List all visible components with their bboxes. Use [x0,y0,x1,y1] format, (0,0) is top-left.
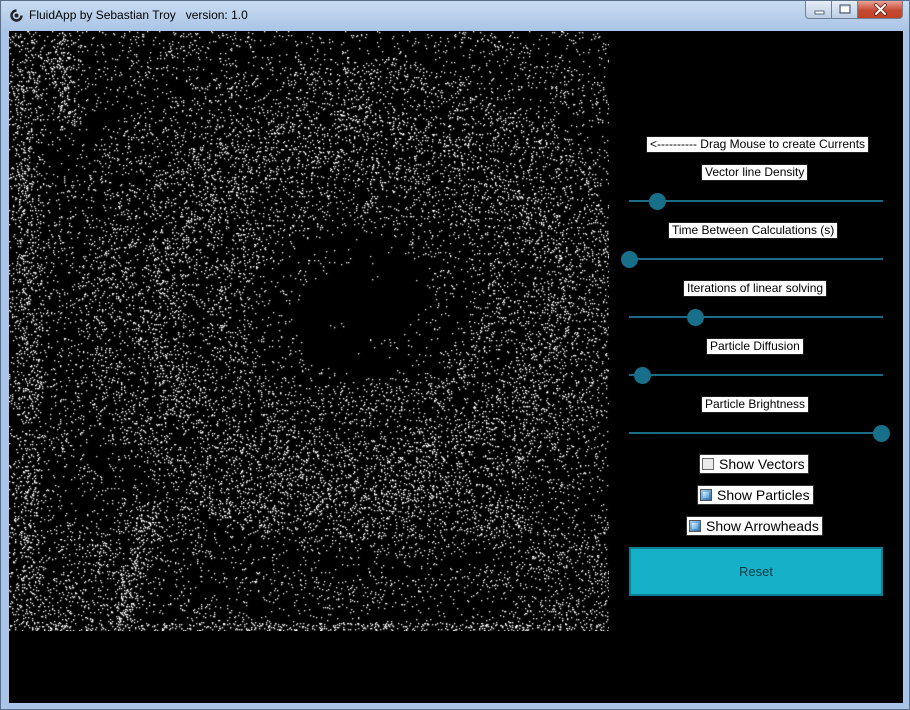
slider-label-particle-diffusion: Particle Diffusion [706,338,804,355]
slider-label-particle-brightness: Particle Brightness [701,396,810,413]
slider-track-vector-density[interactable] [629,200,883,202]
show-vectors-checkbox[interactable]: Show Vectors [699,454,809,474]
show-particles-checkbox[interactable]: Show Particles [697,485,814,505]
slider-knob-time-between-calculations[interactable] [621,251,638,268]
show-vectors-label: Show Vectors [719,456,805,472]
window-title: FluidApp by Sebastian Troy version: 1.0 [29,8,248,22]
show-particles-label: Show Particles [717,487,810,503]
maximize-button[interactable] [832,1,858,19]
window-controls [805,1,903,21]
show-arrowheads-label: Show Arrowheads [706,518,819,534]
slider-track-particle-brightness[interactable] [629,432,883,434]
slider-knob-iterations[interactable] [686,309,704,326]
slider-knob-particle-diffusion[interactable] [633,367,651,384]
slider-track-particle-diffusion[interactable] [629,374,883,376]
title-bar[interactable]: FluidApp by Sebastian Troy version: 1.0 [1,1,909,30]
reset-button[interactable]: Reset [629,547,883,596]
drag-hint-label: <---------- Drag Mouse to create Current… [646,136,870,153]
slider-knob-vector-density[interactable] [648,193,666,210]
slider-knob-particle-brightness[interactable] [873,425,890,442]
slider-label-vector-density: Vector line Density [701,164,809,181]
slider-track-time-between-calculations[interactable] [629,258,883,260]
slider-track-iterations[interactable] [629,316,883,318]
app-client-area: <---------- Drag Mouse to create Current… [9,31,903,703]
show-arrowheads-checkbox[interactable]: Show Arrowheads [686,516,823,536]
maximize-icon [839,4,851,14]
show-particles-checkbox-box[interactable] [700,489,712,501]
app-window: FluidApp by Sebastian Troy version: 1.0 [0,0,910,710]
slider-label-time-between-calculations: Time Between Calculations (s) [668,222,839,239]
minimize-button[interactable] [805,1,832,19]
slider-label-iterations: Iterations of linear solving [683,280,828,297]
show-arrowheads-checkbox-box[interactable] [689,520,701,532]
close-icon [874,3,887,16]
fluid-simulation-canvas[interactable] [9,31,609,631]
close-button[interactable] [858,1,903,19]
app-icon [10,9,23,22]
show-vectors-checkbox-box[interactable] [702,458,714,470]
minimize-icon [814,10,825,15]
